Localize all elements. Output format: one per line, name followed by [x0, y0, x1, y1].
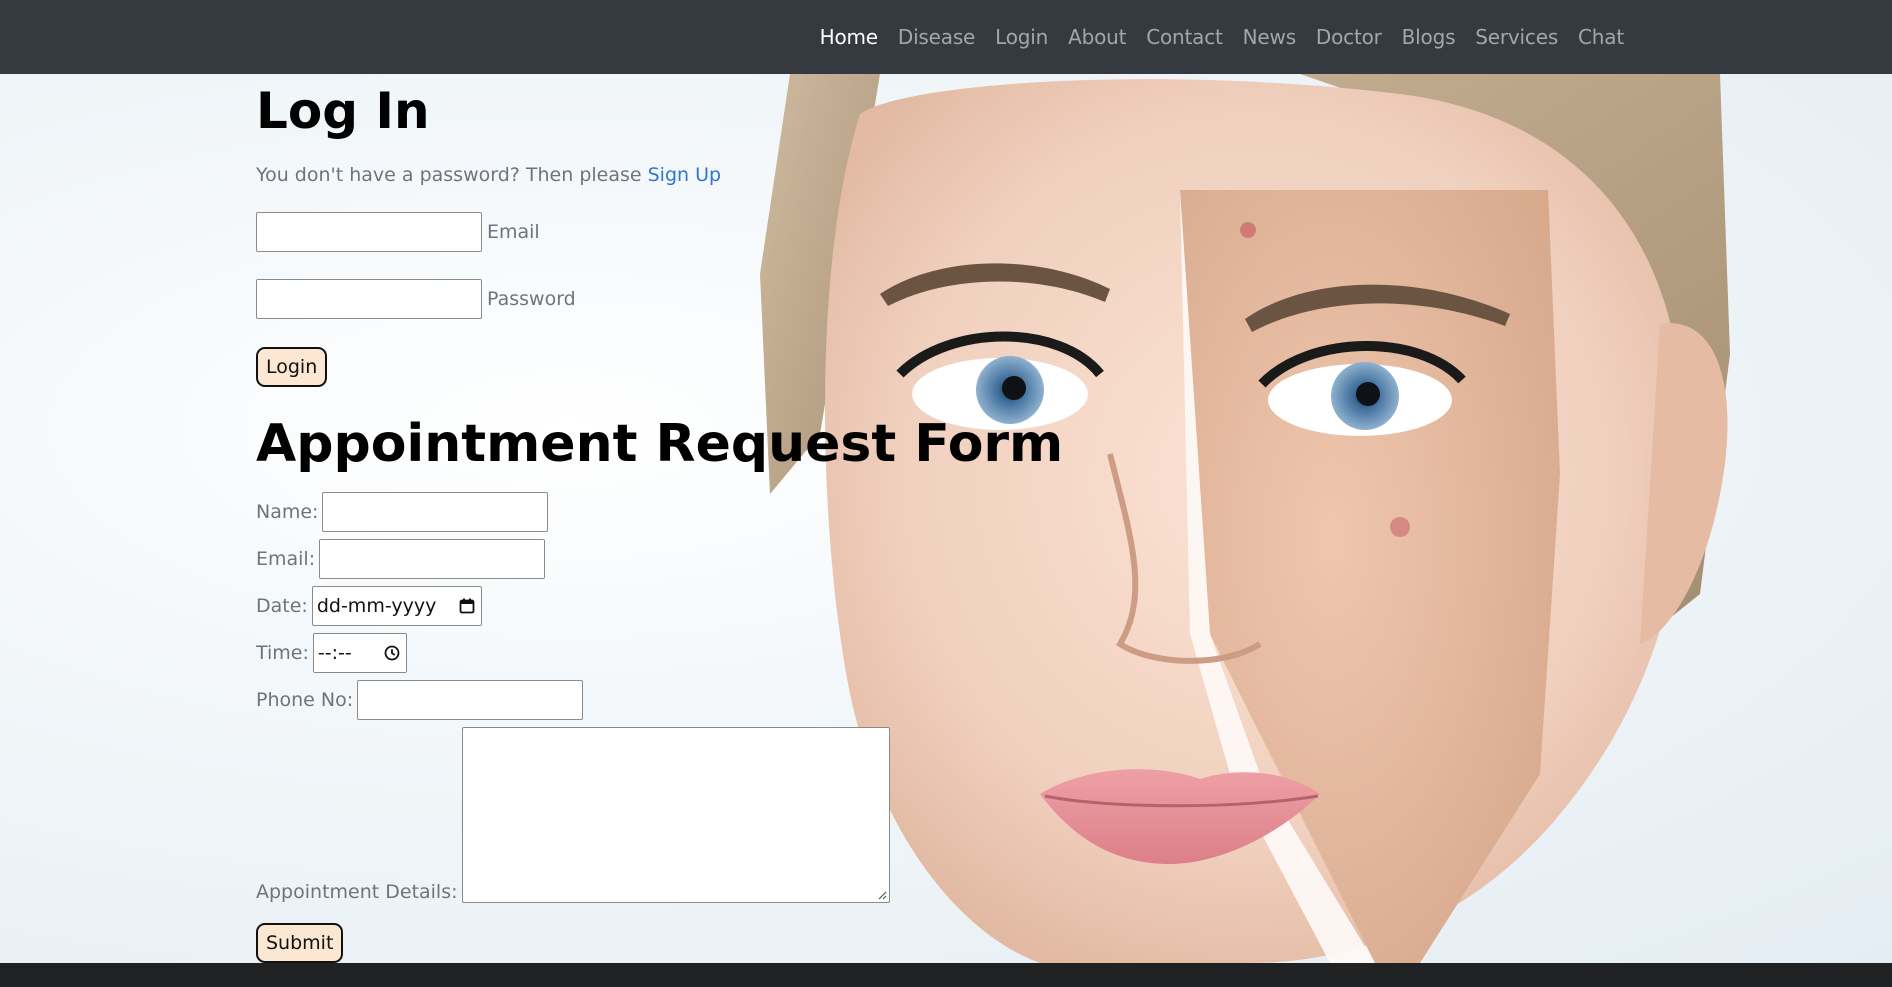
appt-date-label: Date: [256, 595, 308, 617]
nav-news[interactable]: News [1233, 25, 1306, 49]
appt-details-row: Appointment Details: [256, 727, 890, 903]
login-email-row: Email [256, 212, 540, 252]
resize-handle-icon[interactable] [877, 890, 887, 900]
nav-contact[interactable]: Contact [1136, 25, 1232, 49]
time-placeholder: --:-- [317, 642, 352, 664]
signup-prompt-text: You don't have a password? Then please [256, 164, 648, 186]
appt-phone-input[interactable] [357, 680, 584, 720]
appt-submit-row: Submit [256, 923, 344, 963]
appt-date-row: Date: dd-mm-yyyy [256, 586, 482, 626]
login-button-row: Login [256, 347, 328, 387]
nav-login[interactable]: Login [985, 25, 1058, 49]
login-button[interactable]: Login [256, 347, 328, 387]
appt-email-input[interactable] [319, 539, 546, 579]
signup-prompt: You don't have a password? Then please S… [256, 164, 721, 186]
appt-details-label: Appointment Details: [256, 881, 458, 903]
appt-name-row: Name: [256, 492, 549, 532]
nav-doctor[interactable]: Doctor [1306, 25, 1392, 49]
appointment-title: Appointment Request Form [256, 414, 1064, 474]
nav-blogs[interactable]: Blogs [1392, 25, 1466, 49]
appt-date-input[interactable]: dd-mm-yyyy [311, 586, 482, 626]
submit-button[interactable]: Submit [256, 923, 344, 963]
top-navbar: Home Disease Login About Contact News Do… [0, 0, 1892, 74]
clock-icon[interactable] [384, 645, 400, 661]
appt-time-label: Time: [256, 642, 309, 664]
nav-chat[interactable]: Chat [1568, 25, 1634, 49]
date-placeholder: dd-mm-yyyy [316, 595, 437, 617]
appt-name-label: Name: [256, 501, 319, 523]
nav-disease[interactable]: Disease [888, 25, 985, 49]
login-email-label: Email [487, 221, 540, 243]
appt-phone-label: Phone No: [256, 689, 354, 711]
nav-home[interactable]: Home [810, 25, 888, 49]
nav-services[interactable]: Services [1465, 25, 1568, 49]
login-title: Log In [256, 82, 430, 140]
appt-email-row: Email: [256, 539, 546, 579]
appt-time-row: Time: --:-- [256, 633, 407, 673]
login-password-row: Password [256, 279, 576, 319]
login-password-input[interactable] [256, 279, 482, 319]
nav-links: Home Disease Login About Contact News Do… [810, 0, 1634, 74]
login-password-label: Password [487, 288, 576, 310]
appt-time-input[interactable]: --:-- [312, 633, 407, 673]
login-email-input[interactable] [256, 212, 482, 252]
appt-email-label: Email: [256, 548, 316, 570]
signup-link[interactable]: Sign Up [648, 164, 721, 186]
footer-bar [0, 963, 1892, 987]
calendar-icon[interactable] [459, 598, 475, 614]
appt-phone-row: Phone No: [256, 680, 584, 720]
nav-about[interactable]: About [1058, 25, 1136, 49]
appt-name-input[interactable] [322, 492, 549, 532]
appt-details-textarea[interactable] [461, 727, 890, 903]
